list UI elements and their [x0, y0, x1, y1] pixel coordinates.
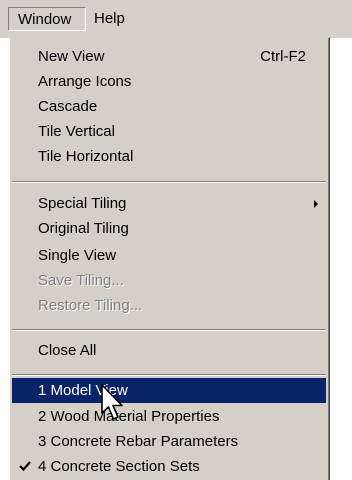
menu-item-window-1[interactable]: 1 Model View — [12, 378, 326, 403]
menu-item-window-4[interactable]: 4 Concrete Section Sets — [12, 454, 326, 479]
menu-item-save-tiling: Save Tiling... — [12, 268, 326, 293]
new-view-label: New View — [38, 48, 105, 65]
save-tiling-label: Save Tiling... — [38, 272, 124, 289]
window-4-label: 4 Concrete Section Sets — [38, 458, 200, 475]
menu-separator — [12, 329, 326, 331]
window-dropdown-menu: New View Ctrl-F2 Arrange Icons Cascade T… — [8, 37, 330, 480]
menu-item-special-tiling[interactable]: Special Tiling — [12, 191, 326, 216]
tile-horizontal-label: Tile Horizontal — [38, 148, 134, 165]
menu-item-window-3[interactable]: 3 Concrete Rebar Parameters — [12, 429, 326, 454]
window-menu-label: Window — [18, 11, 72, 28]
menu-item-restore-tiling: Restore Tiling... — [12, 293, 326, 318]
screen: Window Help New View Ctrl-F2 Arrange Ico… — [0, 0, 352, 480]
menu-item-window-2[interactable]: 2 Wood Material Properties — [12, 404, 326, 429]
menu-item-single-view[interactable]: Single View — [12, 243, 326, 268]
single-view-label: Single View — [38, 247, 117, 264]
menu-item-close-all[interactable]: Close All — [12, 338, 326, 363]
help-menu-button[interactable]: Help — [88, 7, 138, 31]
menu-item-tile-horizontal[interactable]: Tile Horizontal — [12, 144, 326, 169]
window-3-label: 3 Concrete Rebar Parameters — [38, 433, 239, 450]
menu-separator — [12, 374, 326, 376]
cascade-label: Cascade — [38, 98, 98, 115]
new-view-shortcut: Ctrl-F2 — [260, 48, 306, 65]
restore-tiling-label: Restore Tiling... — [38, 297, 143, 314]
menu-bar: Window Help — [0, 0, 352, 38]
menu-item-arrange-icons[interactable]: Arrange Icons — [12, 69, 326, 94]
help-menu-label: Help — [94, 10, 125, 27]
check-icon — [19, 461, 31, 472]
original-tiling-label: Original Tiling — [38, 220, 129, 237]
tile-vertical-label: Tile Vertical — [38, 123, 115, 140]
submenu-arrow-icon — [314, 200, 318, 208]
menu-item-cascade[interactable]: Cascade — [12, 94, 326, 119]
menu-item-tile-vertical[interactable]: Tile Vertical — [12, 119, 326, 144]
menu-separator — [12, 181, 326, 183]
close-all-label: Close All — [38, 342, 97, 359]
arrange-icons-label: Arrange Icons — [38, 73, 132, 90]
window-2-label: 2 Wood Material Properties — [38, 408, 220, 425]
special-tiling-label: Special Tiling — [38, 195, 127, 212]
menu-item-original-tiling[interactable]: Original Tiling — [12, 216, 326, 241]
window-menu-button[interactable]: Window — [8, 7, 86, 31]
menu-item-new-view[interactable]: New View Ctrl-F2 — [12, 44, 326, 69]
window-1-label: 1 Model View — [38, 382, 128, 399]
